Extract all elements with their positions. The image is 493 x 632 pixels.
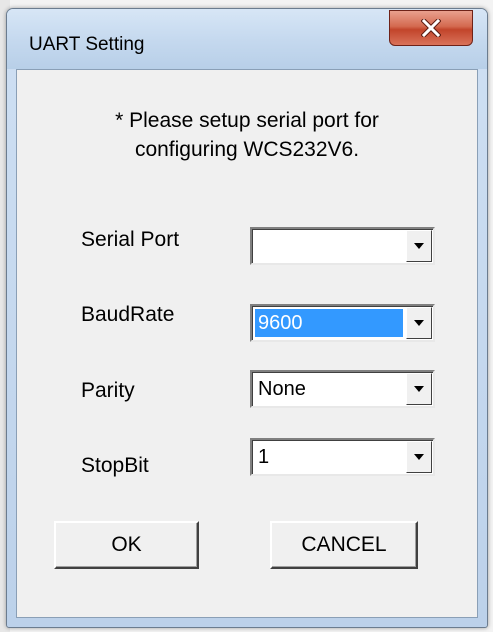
parity-select[interactable]: None — [250, 370, 435, 408]
window-title: UART Setting — [29, 34, 145, 55]
parity-dropdown-button[interactable] — [406, 373, 432, 405]
ok-button[interactable]: OK — [54, 521, 199, 569]
stop-bit-label: StopBit — [81, 454, 149, 477]
close-button[interactable] — [389, 10, 473, 46]
stop-bit-dropdown-button[interactable] — [406, 441, 432, 473]
close-icon — [421, 19, 441, 37]
baud-rate-select[interactable]: 9600 — [250, 304, 435, 342]
instruction-text: * Please setup serial port for configuri… — [17, 106, 477, 164]
serial-port-dropdown-button[interactable] — [406, 230, 432, 262]
serial-port-label: Serial Port — [81, 228, 180, 251]
instruction-line-2: configuring WCS232V6. — [134, 138, 360, 161]
dropdown-arrow-icon — [414, 386, 424, 392]
stop-bit-select[interactable]: 1 — [250, 438, 435, 476]
stop-bit-value: 1 — [258, 446, 270, 468]
dropdown-arrow-icon — [414, 243, 424, 249]
cancel-button[interactable]: CANCEL — [270, 521, 418, 569]
parity-value: None — [258, 378, 306, 400]
baud-rate-label: BaudRate — [81, 303, 175, 326]
serial-port-value — [255, 232, 403, 260]
baud-rate-dropdown-button[interactable] — [406, 307, 432, 339]
dropdown-arrow-icon — [414, 320, 424, 326]
instruction-line-1: * Please setup serial port for — [115, 109, 379, 132]
serial-port-select[interactable] — [250, 227, 435, 265]
title-bar[interactable]: UART Setting — [7, 9, 487, 69]
dropdown-arrow-icon — [414, 454, 424, 460]
parity-label: Parity — [81, 379, 135, 402]
baud-rate-value: 9600 — [255, 309, 403, 337]
